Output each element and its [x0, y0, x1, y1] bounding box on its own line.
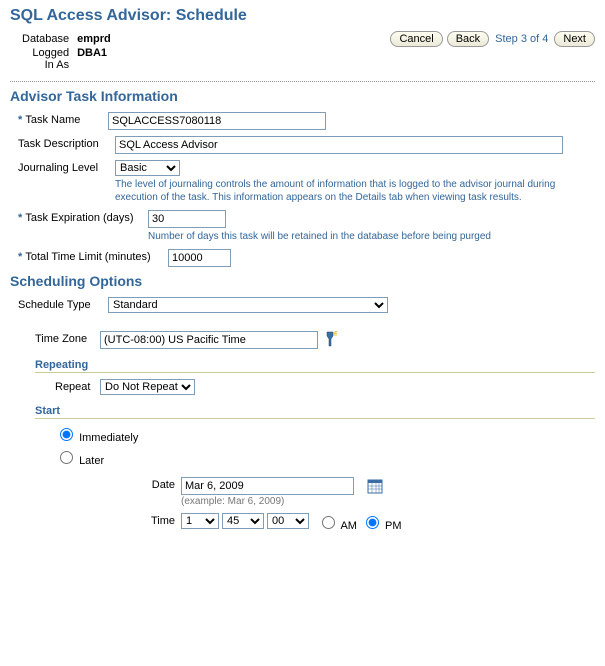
task-desc-input[interactable]: [115, 136, 563, 154]
timelimit-input[interactable]: [168, 249, 231, 267]
date-example: (example: Mar 6, 2009): [181, 496, 383, 507]
scheduling-section-title: Scheduling Options: [10, 273, 595, 289]
journaling-label: Journaling Level: [18, 160, 115, 174]
journaling-row: Journaling Level Basic The level of jour…: [18, 160, 595, 204]
schedule-type-row: Schedule Type Standard: [18, 297, 595, 313]
date-input[interactable]: [181, 477, 354, 495]
task-name-input[interactable]: [108, 112, 326, 130]
calendar-icon[interactable]: [367, 478, 383, 494]
time-row: Time 1 45 00 AM PM: [140, 513, 595, 532]
timezone-row: Time Zone: [35, 331, 595, 349]
db-value: emprd: [77, 33, 117, 45]
timezone-input[interactable]: [100, 331, 318, 349]
repeat-select[interactable]: Do Not Repeat: [100, 379, 195, 395]
task-desc-label: Task Description: [18, 136, 115, 150]
advisor-task-section-title: Advisor Task Information: [10, 88, 595, 104]
flashlight-icon[interactable]: [322, 331, 338, 347]
start-immediately-radio[interactable]: [60, 428, 73, 441]
timelimit-row: Total Time Limit (minutes): [18, 249, 595, 267]
repeat-label: Repeat: [55, 379, 100, 393]
page-title: SQL Access Advisor: Schedule: [10, 7, 595, 25]
db-info: Database emprd Logged In As DBA1: [20, 31, 119, 73]
time-label: Time: [140, 513, 181, 527]
expiration-input[interactable]: [148, 210, 226, 228]
expiration-row: Task Expiration (days) Number of days th…: [18, 210, 595, 243]
db-label: Database: [22, 33, 75, 45]
login-label: Logged In As: [22, 47, 75, 71]
repeating-section: Repeating: [35, 359, 595, 373]
pm-option[interactable]: PM: [361, 513, 402, 532]
login-value: DBA1: [77, 47, 117, 71]
date-row: Date (example: Mar 6, 2009): [140, 477, 595, 507]
time-hour-select[interactable]: 1: [181, 513, 219, 529]
journaling-hint: The level of journaling controls the amo…: [115, 178, 560, 204]
expiration-label: Task Expiration (days): [18, 210, 148, 224]
step-indicator: Step 3 of 4: [493, 33, 550, 45]
pm-radio[interactable]: [366, 516, 379, 529]
task-desc-row: Task Description: [18, 136, 595, 154]
schedule-type-select[interactable]: Standard: [108, 297, 388, 313]
task-name-label: Task Name: [18, 112, 108, 126]
start-options: Immediately Later Date (example: Mar 6, …: [55, 425, 595, 532]
schedule-type-label: Schedule Type: [18, 297, 108, 311]
task-name-row: Task Name: [18, 112, 595, 130]
back-button[interactable]: Back: [447, 31, 489, 47]
next-button[interactable]: Next: [554, 31, 595, 47]
timelimit-label: Total Time Limit (minutes): [18, 249, 168, 263]
expiration-hint: Number of days this task will be retaine…: [148, 230, 491, 243]
start-immediately-label: Immediately: [79, 432, 138, 444]
date-label: Date: [140, 477, 181, 491]
am-label: AM: [340, 520, 357, 532]
start-later-option[interactable]: Later: [55, 455, 104, 467]
time-sec-select[interactable]: 00: [267, 513, 309, 529]
time-min-select[interactable]: 45: [222, 513, 264, 529]
start-later-radio[interactable]: [60, 451, 73, 464]
separator: [10, 81, 595, 82]
journaling-select[interactable]: Basic: [115, 160, 180, 176]
repeat-row: Repeat Do Not Repeat: [55, 379, 595, 395]
timezone-label: Time Zone: [35, 331, 100, 345]
nav-buttons: Cancel Back Step 3 of 4 Next: [390, 31, 595, 47]
am-radio[interactable]: [322, 516, 335, 529]
start-section: Start: [35, 405, 595, 419]
start-immediately-option[interactable]: Immediately: [55, 432, 138, 444]
start-later-label: Later: [79, 455, 104, 467]
pm-label: PM: [385, 520, 402, 532]
am-option[interactable]: AM: [317, 513, 357, 532]
header-row: Database emprd Logged In As DBA1 Cancel …: [10, 31, 595, 73]
cancel-button[interactable]: Cancel: [390, 31, 442, 47]
